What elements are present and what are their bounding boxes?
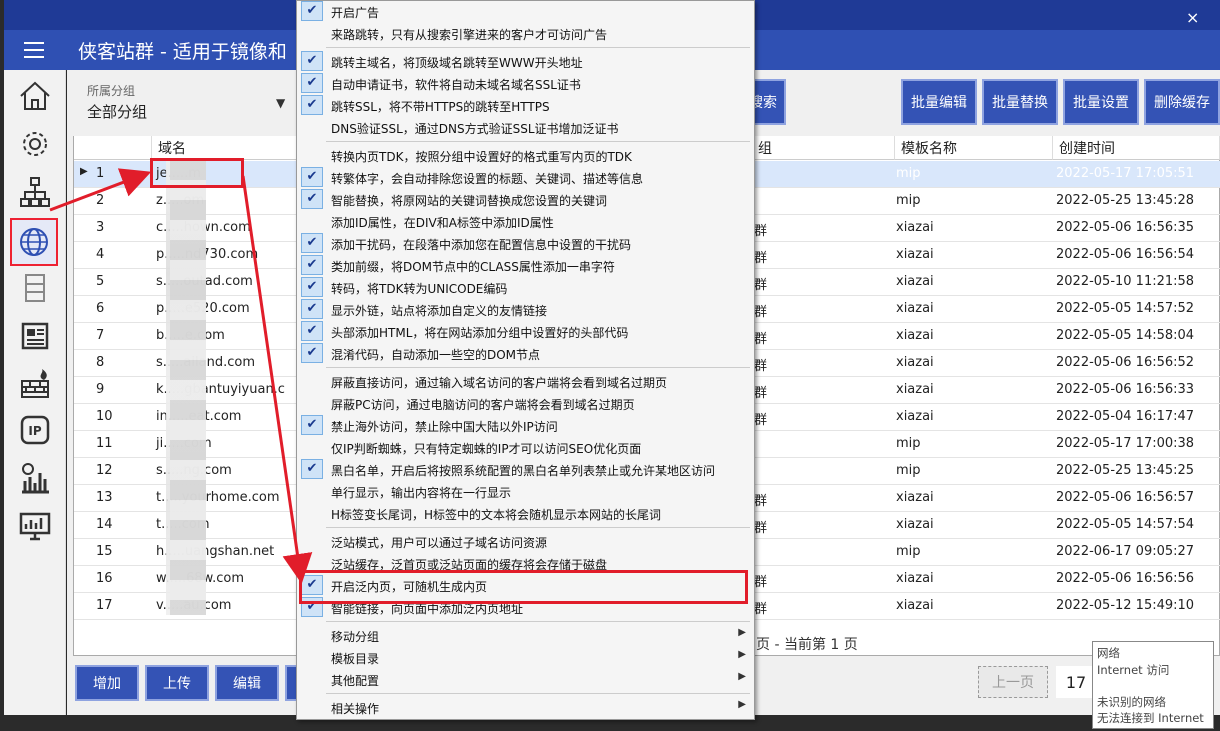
arrow-globe-to-domain bbox=[49, 168, 152, 212]
arrow-domain-to-menu bbox=[241, 175, 313, 584]
app-window: 侠客站群 - 适用于镜像和 × IP 所属分组 全部分组 ▼ 搜索 批量编辑 批… bbox=[0, 0, 1220, 731]
annotation-arrows bbox=[49, 168, 313, 584]
